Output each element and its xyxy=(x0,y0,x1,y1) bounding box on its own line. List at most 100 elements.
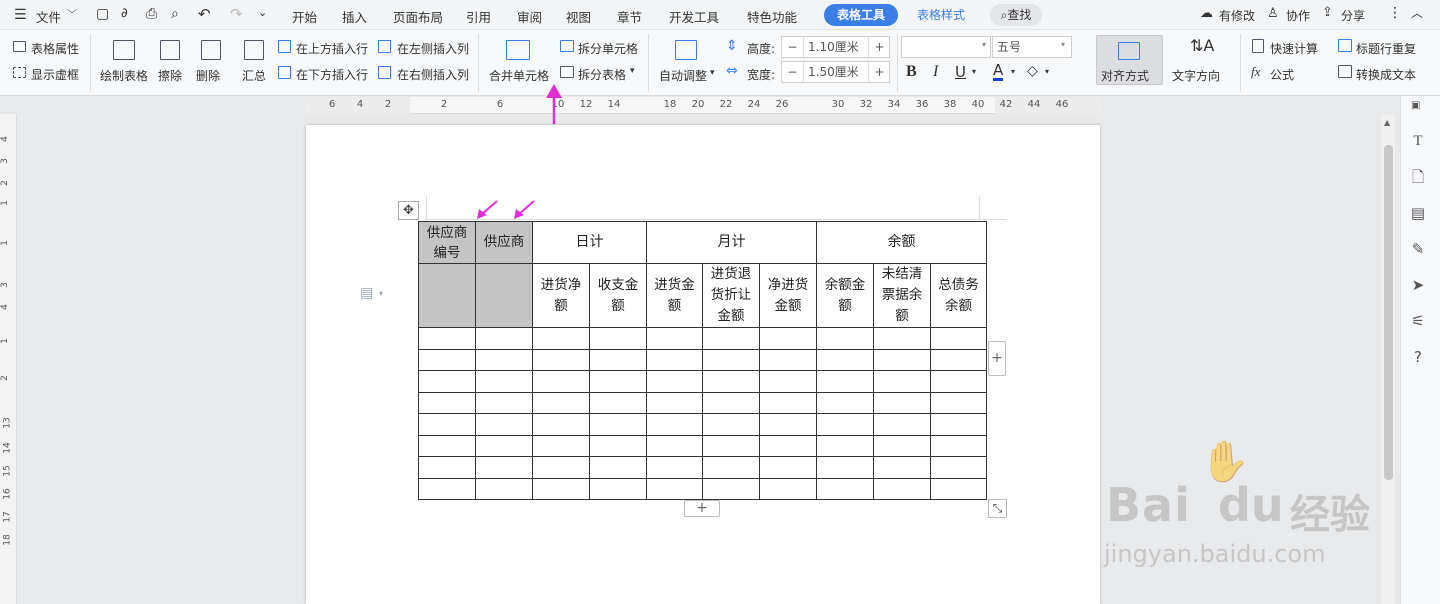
table-cell[interactable] xyxy=(532,327,590,350)
table-cell[interactable] xyxy=(532,348,590,371)
table-cell[interactable] xyxy=(418,348,476,371)
table-cell[interactable] xyxy=(816,391,874,414)
horizontal-ruler[interactable]: 6 4 2 2 6 10 12 14 18 20 22 24 26 30 32 34 36 38 40 42 44 46 xyxy=(305,97,1101,114)
table-cell[interactable] xyxy=(702,327,760,350)
table-cell[interactable] xyxy=(816,370,874,393)
collapse-ribbon-icon[interactable]: ︿ xyxy=(1411,4,1423,21)
table-cell[interactable] xyxy=(418,456,476,479)
table-cell[interactable] xyxy=(589,370,647,393)
table-cell[interactable] xyxy=(475,391,533,414)
tab-review[interactable]: 审阅 xyxy=(517,7,542,26)
table-cell[interactable] xyxy=(873,370,931,393)
table-cell[interactable] xyxy=(702,370,760,393)
cursor-icon[interactable]: ➤ xyxy=(1409,276,1427,294)
table-cell[interactable]: 余额金额 xyxy=(816,263,874,328)
redo-icon[interactable]: ↷ xyxy=(230,5,243,23)
table-cell[interactable] xyxy=(702,434,760,457)
table-cell[interactable] xyxy=(475,263,533,328)
print-icon[interactable]: ⎙ xyxy=(146,6,157,22)
table-cell[interactable] xyxy=(589,456,647,479)
collapse-panel-icon[interactable]: ▣ xyxy=(1411,100,1420,111)
table-cell[interactable] xyxy=(532,391,590,414)
share-button[interactable]: 分享 xyxy=(1341,7,1365,24)
insert-right-button[interactable]: 在右侧插入列 xyxy=(397,66,469,83)
table-cell[interactable] xyxy=(930,477,987,500)
table-cell[interactable] xyxy=(930,456,987,479)
table-cell[interactable] xyxy=(646,348,703,371)
chevron-down-icon[interactable]: ▾ xyxy=(710,68,715,78)
table-cell[interactable]: 收支金额 xyxy=(589,263,647,328)
height-value[interactable]: 1.10厘米 xyxy=(808,37,859,57)
tab-table-style[interactable]: 表格样式 xyxy=(908,4,974,26)
height-stepper[interactable]: − 1.10厘米 + xyxy=(781,36,890,58)
table-cell[interactable] xyxy=(930,391,987,414)
table-cell[interactable] xyxy=(589,477,647,500)
draw-table-button[interactable]: 绘制表格 xyxy=(100,67,148,84)
scrollbar-thumb[interactable] xyxy=(1384,145,1393,480)
table-cell[interactable] xyxy=(759,348,817,371)
vertical-ruler[interactable]: 4 3 2 1 1 3 4 1 2 13 14 15 16 17 18 xyxy=(0,114,17,604)
table-cell[interactable] xyxy=(646,370,703,393)
table-cell[interactable] xyxy=(873,327,931,350)
pen-icon[interactable]: ✎ xyxy=(1409,240,1427,258)
text-icon[interactable]: T xyxy=(1409,132,1427,150)
split-cells-button[interactable]: 拆分单元格 xyxy=(578,40,638,57)
hamburger-icon[interactable]: ☰ xyxy=(14,7,27,23)
insert-above-button[interactable]: 在上方插入行 xyxy=(296,40,368,57)
plus-icon[interactable]: + xyxy=(868,37,890,57)
table-cell[interactable] xyxy=(532,456,590,479)
erase-button[interactable]: 擦除 xyxy=(158,67,182,84)
modified-status[interactable]: 有修改 xyxy=(1219,7,1255,24)
table-cell[interactable] xyxy=(532,434,590,457)
insert-below-button[interactable]: 在下方插入行 xyxy=(296,66,368,83)
table-cell[interactable] xyxy=(418,391,476,414)
resize-table-icon[interactable]: ⤡ xyxy=(988,499,1007,518)
table-cell[interactable] xyxy=(816,413,874,436)
table-cell[interactable] xyxy=(759,477,817,500)
minus-icon[interactable]: − xyxy=(782,62,804,82)
table-cell[interactable] xyxy=(418,413,476,436)
table-cell[interactable]: 日计 xyxy=(532,221,647,264)
table-cell[interactable] xyxy=(532,477,590,500)
chevron-down-icon[interactable]: ﹀ xyxy=(67,6,77,21)
table-cell[interactable] xyxy=(646,327,703,350)
document-icon[interactable]: 🗋 xyxy=(1409,168,1427,186)
chevron-down-icon[interactable]: ▾ xyxy=(630,66,635,76)
table-cell[interactable] xyxy=(930,413,987,436)
chevron-down-icon[interactable]: ▾ xyxy=(1011,67,1015,76)
table-cell[interactable] xyxy=(873,391,931,414)
table-cell[interactable] xyxy=(475,370,533,393)
table-cell[interactable] xyxy=(759,434,817,457)
underline-icon[interactable]: U xyxy=(955,63,966,81)
chevron-down-icon[interactable]: ▾ xyxy=(379,289,383,298)
table-cell[interactable] xyxy=(589,327,647,350)
table-cell[interactable] xyxy=(418,434,476,457)
tab-references[interactable]: 引用 xyxy=(466,7,491,26)
width-stepper[interactable]: − 1.50厘米 + xyxy=(781,61,890,83)
merge-cells-button[interactable]: 合并单元格 xyxy=(489,67,549,84)
table-cell[interactable] xyxy=(873,348,931,371)
chevron-down-icon[interactable]: ▾ xyxy=(1061,40,1065,49)
table-cell[interactable]: 总债务余额 xyxy=(930,263,987,328)
table-move-handle-icon[interactable]: ✥ xyxy=(398,201,419,220)
add-row-button[interactable]: + xyxy=(684,500,720,517)
more-icon[interactable]: ⌄ xyxy=(258,6,267,19)
table-cell[interactable] xyxy=(589,413,647,436)
align-button[interactable]: 对齐方式 xyxy=(1096,35,1163,85)
table-cell[interactable] xyxy=(418,327,476,350)
table-cell[interactable]: 余额 xyxy=(816,221,987,264)
table-cell[interactable] xyxy=(702,477,760,500)
summary-button[interactable]: 汇总 xyxy=(242,67,266,84)
table-cell[interactable] xyxy=(532,370,590,393)
table-cell[interactable] xyxy=(475,456,533,479)
table-cell[interactable] xyxy=(646,434,703,457)
add-column-button[interactable]: + xyxy=(988,341,1006,376)
insert-left-button[interactable]: 在左侧插入列 xyxy=(397,40,469,57)
table-cell[interactable] xyxy=(930,370,987,393)
show-grid-button[interactable]: 显示虚框 xyxy=(31,66,79,83)
title-repeat-button[interactable]: 标题行重复 xyxy=(1356,40,1416,57)
split-table-button[interactable]: 拆分表格 xyxy=(578,66,626,83)
sliders-icon[interactable]: ⚟ xyxy=(1409,312,1427,330)
table-cell[interactable]: 供应商编号 xyxy=(418,221,476,264)
table-cell[interactable] xyxy=(475,327,533,350)
